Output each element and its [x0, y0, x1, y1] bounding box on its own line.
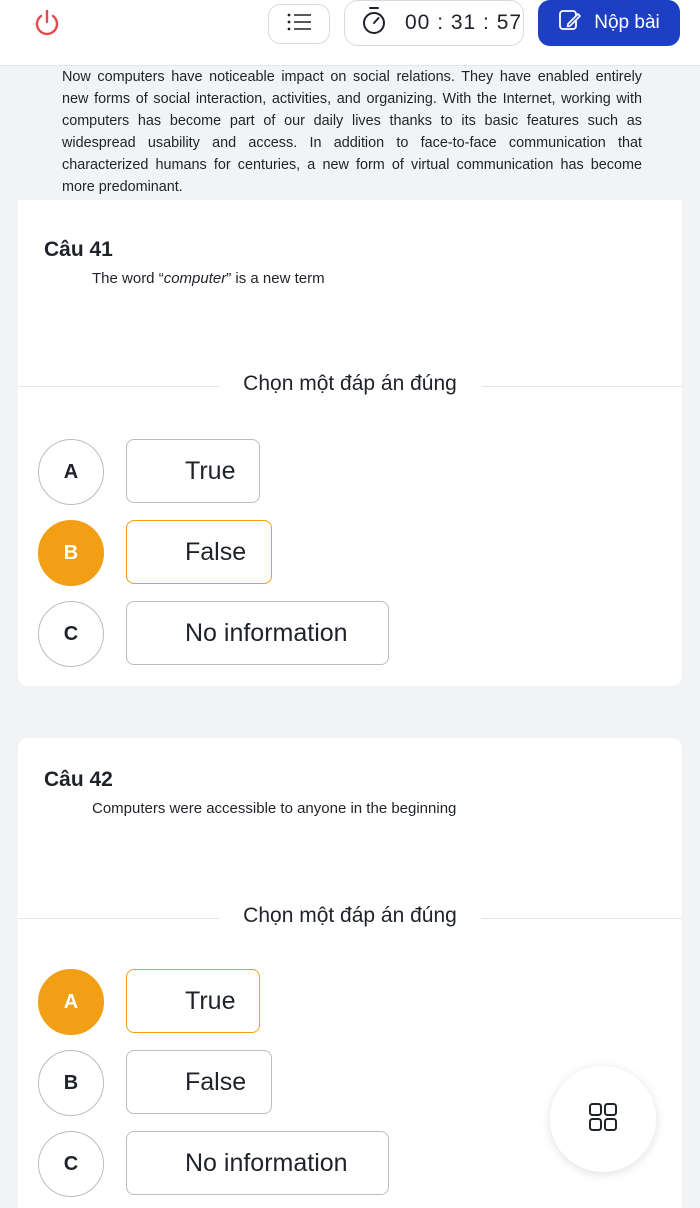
option-c-circle[interactable]: C: [38, 1131, 104, 1197]
reading-passage: Now computers have noticeable impact on …: [62, 69, 642, 195]
option-a-answer[interactable]: True: [126, 439, 260, 503]
question-text: The word “computer” is a new term: [92, 270, 325, 287]
question-text: Computers were accessible to anyone in t…: [92, 800, 457, 817]
option-b-circle[interactable]: B: [38, 520, 104, 586]
option-c-circle[interactable]: C: [38, 601, 104, 667]
question-list-button[interactable]: [268, 4, 330, 44]
option-a-circle[interactable]: A: [38, 969, 104, 1035]
power-icon[interactable]: [32, 8, 62, 38]
option-b-answer[interactable]: False: [126, 520, 272, 584]
question-number: Câu 42: [44, 768, 113, 791]
instruction-label: Chọn một đáp án đúng: [219, 904, 481, 928]
question-grid-button[interactable]: [550, 1066, 656, 1172]
stopwatch-icon: [345, 6, 387, 41]
submit-label: Nộp bài: [594, 12, 660, 33]
list-menu-icon: [286, 11, 312, 38]
option-c-answer[interactable]: No information: [126, 1131, 389, 1195]
countdown-timer: 00 : 31 : 57: [344, 0, 524, 46]
option-a-answer[interactable]: True: [126, 969, 260, 1033]
top-bar: 00 : 31 : 57 Nộp bài: [0, 0, 700, 66]
instruction-label: Chọn một đáp án đúng: [219, 372, 481, 396]
timer-value: 00 : 31 : 57: [405, 11, 523, 34]
option-a-circle[interactable]: A: [38, 439, 104, 505]
option-b-circle[interactable]: B: [38, 1050, 104, 1116]
option-c-answer[interactable]: No information: [126, 601, 389, 665]
question-number: Câu 41: [44, 238, 113, 261]
grid-icon: [588, 1102, 618, 1137]
question-card-41: Câu 41 The word “computer” is a new term…: [18, 200, 682, 686]
edit-note-icon: [558, 8, 594, 38]
option-b-answer[interactable]: False: [126, 1050, 272, 1114]
submit-button[interactable]: Nộp bài: [538, 0, 680, 46]
